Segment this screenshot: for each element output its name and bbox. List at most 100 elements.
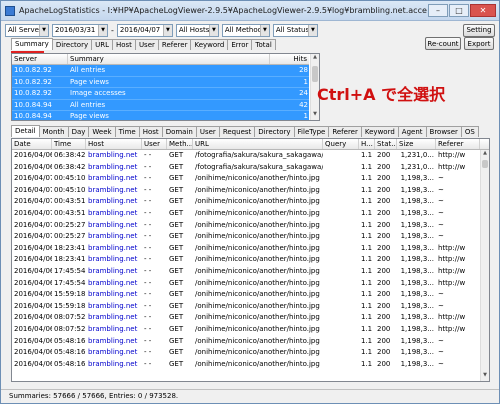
summary-row[interactable]: 10.0.82.92 All entries 28 (12, 65, 310, 77)
detail-column-header[interactable]: User (142, 139, 167, 149)
detail-tab-referer[interactable]: Referer (328, 126, 362, 137)
detail-tab-agent[interactable]: Agent (397, 126, 427, 137)
summary-tab-error[interactable]: Error (227, 39, 253, 50)
detail-tab-month[interactable]: Month (38, 126, 69, 137)
recount-button[interactable]: Re-count (425, 37, 461, 50)
minimize-button[interactable]: – (428, 4, 448, 17)
date-from-picker[interactable]: 2016/03/31 ▼ (52, 23, 108, 37)
server-filter-select[interactable]: All Servers ▼ (5, 23, 49, 37)
detail-tab-request[interactable]: Request (218, 126, 256, 137)
detail-column-header[interactable]: Meth... (167, 139, 193, 149)
detail-row[interactable]: 2016/04/07 00:43:51 brambling.net - - GET/on… (12, 208, 489, 220)
method-filter-value: All Method (224, 26, 263, 34)
detail-tab-week[interactable]: Week (88, 126, 116, 137)
detail-grid[interactable]: Date Time Host User Meth... URL Query H... Stat.… (11, 138, 490, 382)
summary-tab-referer[interactable]: Referer (157, 39, 192, 50)
hosts-filter-select[interactable]: All Hosts ▼ (175, 23, 219, 37)
title-bar[interactable]: ApacheLogStatistics - I:¥HP¥ApacheLogVie… (1, 1, 499, 21)
detail-column-header[interactable]: Date (12, 139, 52, 149)
detail-column-header[interactable]: Query (323, 139, 359, 149)
scroll-thumb[interactable] (482, 160, 488, 168)
summary-row[interactable]: 10.0.84.94 All entries 42 (12, 99, 310, 112)
detail-row[interactable]: 2016/04/06 15:59:18 brambling.net - - GET/on… (12, 289, 489, 301)
date-to-value: 2016/04/07 (119, 26, 161, 34)
detail-cell: - - (144, 278, 152, 287)
close-button[interactable]: ✕ (470, 4, 496, 17)
summary-tab-directory[interactable]: Directory (51, 39, 93, 50)
detail-row[interactable]: 2016/04/06 05:48:16 brambling.net - - GET/on… (12, 347, 489, 359)
summary-cell: 1 (303, 77, 308, 86)
scroll-thumb[interactable] (312, 66, 318, 82)
detail-tab-directory[interactable]: Directory (254, 126, 295, 137)
scroll-down-icon[interactable]: ▼ (311, 111, 319, 120)
detail-tab-filetype[interactable]: FileType (293, 126, 330, 137)
summary-row[interactable]: 10.0.82.92 Page views 1 (12, 76, 310, 89)
detail-cell: 200 (377, 232, 391, 241)
export-button[interactable]: Export (464, 37, 494, 50)
scroll-up-icon[interactable]: ▲ (311, 54, 319, 63)
detail-cell: ~ (438, 232, 444, 241)
summary-row[interactable]: 10.0.82.92 Image accesses 24 (12, 88, 310, 100)
detail-tab-domain[interactable]: Domain (161, 126, 197, 137)
detail-row[interactable]: 2016/04/06 06:38:42 brambling.net - - GET/fo… (12, 162, 489, 174)
detail-tab-host[interactable]: Host (138, 126, 163, 137)
summary-tab-keyword[interactable]: Keyword (190, 39, 229, 50)
summary-tab-total[interactable]: Total (251, 39, 276, 50)
detail-column-header[interactable]: H... (359, 139, 375, 149)
detail-column-header[interactable]: Size (397, 139, 436, 149)
detail-tab-browser[interactable]: Browser (425, 126, 462, 137)
summary-column-header[interactable]: Summary (68, 54, 270, 64)
summary-grid[interactable]: Server Summary Hits 10.0.82.92 All entries 2… (11, 53, 311, 121)
detail-row[interactable]: 2016/04/06 15:59:18 brambling.net - - GET/on… (12, 301, 489, 313)
date-to-picker[interactable]: 2016/04/07 ▼ (116, 23, 173, 37)
summary-column-header[interactable]: Server (12, 54, 68, 64)
detail-tab-day[interactable]: Day (67, 126, 90, 137)
method-filter-select[interactable]: All Method ▼ (221, 23, 270, 37)
detail-tab-user[interactable]: User (195, 126, 220, 137)
status-filter-select[interactable]: All Status ▼ (272, 23, 318, 37)
date-separator: - (111, 25, 114, 35)
detail-row[interactable]: 2016/04/07 00:43:51 brambling.net - - GET/on… (12, 196, 489, 208)
detail-column-header[interactable]: URL (193, 139, 323, 149)
detail-row[interactable]: 2016/04/06 05:48:16 brambling.net - - GET/on… (12, 359, 489, 371)
detail-cell (323, 301, 359, 313)
detail-cell: 2016/04/07 (14, 197, 52, 206)
detail-tab-time[interactable]: Time (114, 126, 140, 137)
detail-column-header[interactable]: Time (52, 139, 86, 149)
summary-column-header[interactable]: Hits (270, 54, 310, 64)
detail-row[interactable]: 2016/04/06 18:23:41 brambling.net - - GET/on… (12, 243, 489, 255)
setting-button[interactable]: Setting (463, 23, 495, 37)
detail-cell: - - (144, 243, 152, 252)
detail-column-header[interactable]: Host (86, 139, 142, 149)
detail-scrollbar[interactable]: ▲ ▼ (480, 150, 489, 381)
maximize-button[interactable]: □ (449, 4, 469, 17)
detail-cell (323, 324, 359, 336)
detail-row[interactable]: 2016/04/06 18:23:41 brambling.net - - GET/on… (12, 254, 489, 266)
detail-row[interactable]: 2016/04/06 17:45:54 brambling.net - - GET/on… (12, 278, 489, 290)
summary-cell: All entries (70, 100, 106, 109)
detail-cell: - - (144, 290, 152, 299)
summary-row[interactable]: 10.0.84.94 Page views 1 (12, 111, 310, 120)
detail-row[interactable]: 2016/04/06 05:48:16 brambling.net - - GET/on… (12, 336, 489, 348)
detail-row[interactable]: 2016/04/06 08:07:52 brambling.net - - GET/on… (12, 324, 489, 336)
detail-column-header[interactable]: Stat... (375, 139, 397, 149)
detail-row[interactable]: 2016/04/06 08:07:52 brambling.net - - GET/on… (12, 312, 489, 324)
detail-cell: 1.1 (361, 336, 373, 345)
detail-tab-keyword[interactable]: Keyword (360, 126, 399, 137)
detail-row[interactable]: 2016/04/07 00:25:27 brambling.net - - GET/on… (12, 220, 489, 232)
detail-tab-os[interactable]: OS (460, 126, 479, 137)
detail-row[interactable]: 2016/04/06 06:38:42 brambling.net - - GET/fo… (12, 150, 489, 162)
summary-tab-summary[interactable]: Summary (11, 38, 53, 50)
scroll-down-icon[interactable]: ▼ (481, 372, 489, 381)
detail-row[interactable]: 2016/04/07 00:45:10 brambling.net - - GET/on… (12, 173, 489, 185)
detail-row[interactable]: 2016/04/07 00:25:27 brambling.net - - GET/on… (12, 231, 489, 243)
summary-tab-host[interactable]: Host (111, 39, 136, 50)
detail-tab-detail[interactable]: Detail (11, 125, 40, 137)
summary-tab-url[interactable]: URL (91, 39, 113, 50)
scroll-up-icon[interactable]: ▲ (481, 150, 489, 159)
detail-row[interactable]: 2016/04/06 17:45:54 brambling.net - - GET/on… (12, 266, 489, 278)
detail-cell: 1,198,3... (400, 324, 434, 333)
detail-row[interactable]: 2016/04/07 00:45:10 brambling.net - - GET/on… (12, 185, 489, 197)
summary-tab-user[interactable]: User (134, 39, 159, 50)
detail-column-header[interactable]: Referer (436, 139, 480, 149)
